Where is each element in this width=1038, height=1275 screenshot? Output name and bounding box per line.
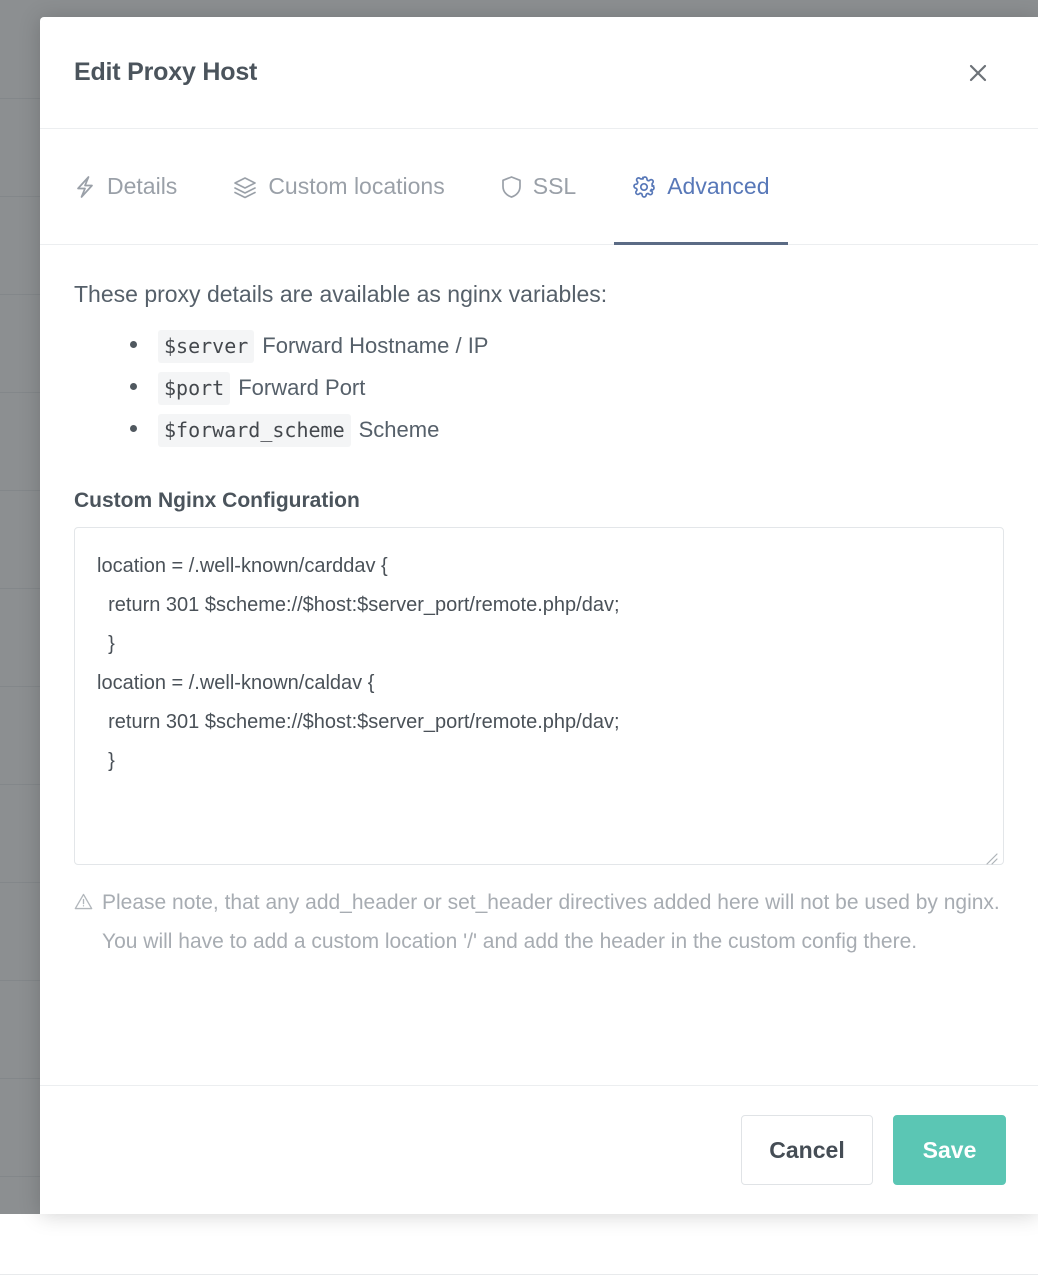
edit-proxy-host-modal: Edit Proxy Host Details Custom locations… bbox=[40, 17, 1038, 1214]
tab-custom-locations[interactable]: Custom locations bbox=[215, 129, 462, 244]
custom-nginx-configuration-label: Custom Nginx Configuration bbox=[74, 489, 360, 512]
layers-icon bbox=[233, 175, 257, 199]
shield-icon bbox=[501, 175, 522, 199]
list-item: $forward_scheme Scheme bbox=[130, 414, 1004, 447]
nginx-header-warning-text: Please note, that any add_header or set_… bbox=[102, 891, 1000, 953]
custom-nginx-configuration-wrapper bbox=[74, 527, 1004, 870]
list-item: $port Forward Port bbox=[130, 372, 1004, 405]
tab-advanced[interactable]: Advanced bbox=[614, 129, 788, 245]
custom-nginx-configuration-input[interactable] bbox=[74, 527, 1004, 865]
modal-footer: Cancel Save bbox=[40, 1085, 1038, 1214]
variable-description: Forward Hostname / IP bbox=[262, 333, 489, 358]
tab-custom-locations-label: Custom locations bbox=[268, 173, 445, 199]
close-icon[interactable] bbox=[961, 56, 995, 90]
page-title: Edit Proxy Host bbox=[74, 58, 258, 86]
tab-details[interactable]: Details bbox=[74, 129, 195, 244]
variable-token: $forward_scheme bbox=[158, 414, 351, 447]
nginx-variables-intro: These proxy details are available as ngi… bbox=[74, 281, 608, 307]
nginx-variables-list: $server Forward Hostname / IP $port Forw… bbox=[74, 330, 1004, 447]
variable-description: Forward Port bbox=[238, 375, 366, 400]
variable-token: $port bbox=[158, 372, 231, 405]
variable-token: $server bbox=[158, 330, 255, 363]
modal-body: These proxy details are available as ngi… bbox=[40, 245, 1038, 1085]
lightning-bolt-icon bbox=[74, 175, 96, 199]
cancel-button[interactable]: Cancel bbox=[741, 1115, 873, 1185]
variable-description: Scheme bbox=[358, 417, 440, 442]
gear-icon bbox=[632, 175, 656, 199]
warning-triangle-icon bbox=[74, 892, 93, 962]
tab-advanced-label: Advanced bbox=[667, 173, 770, 199]
tab-details-label: Details bbox=[107, 173, 178, 199]
modal-tab-bar: Details Custom locations SSL Advanced bbox=[40, 129, 1038, 245]
save-button[interactable]: Save bbox=[893, 1115, 1006, 1185]
tab-ssl[interactable]: SSL bbox=[483, 129, 594, 244]
modal-header: Edit Proxy Host bbox=[40, 17, 1038, 129]
list-item: $server Forward Hostname / IP bbox=[130, 330, 1004, 363]
tab-ssl-label: SSL bbox=[532, 173, 577, 199]
nginx-header-warning: Please note, that any add_header or set_… bbox=[74, 884, 1004, 962]
